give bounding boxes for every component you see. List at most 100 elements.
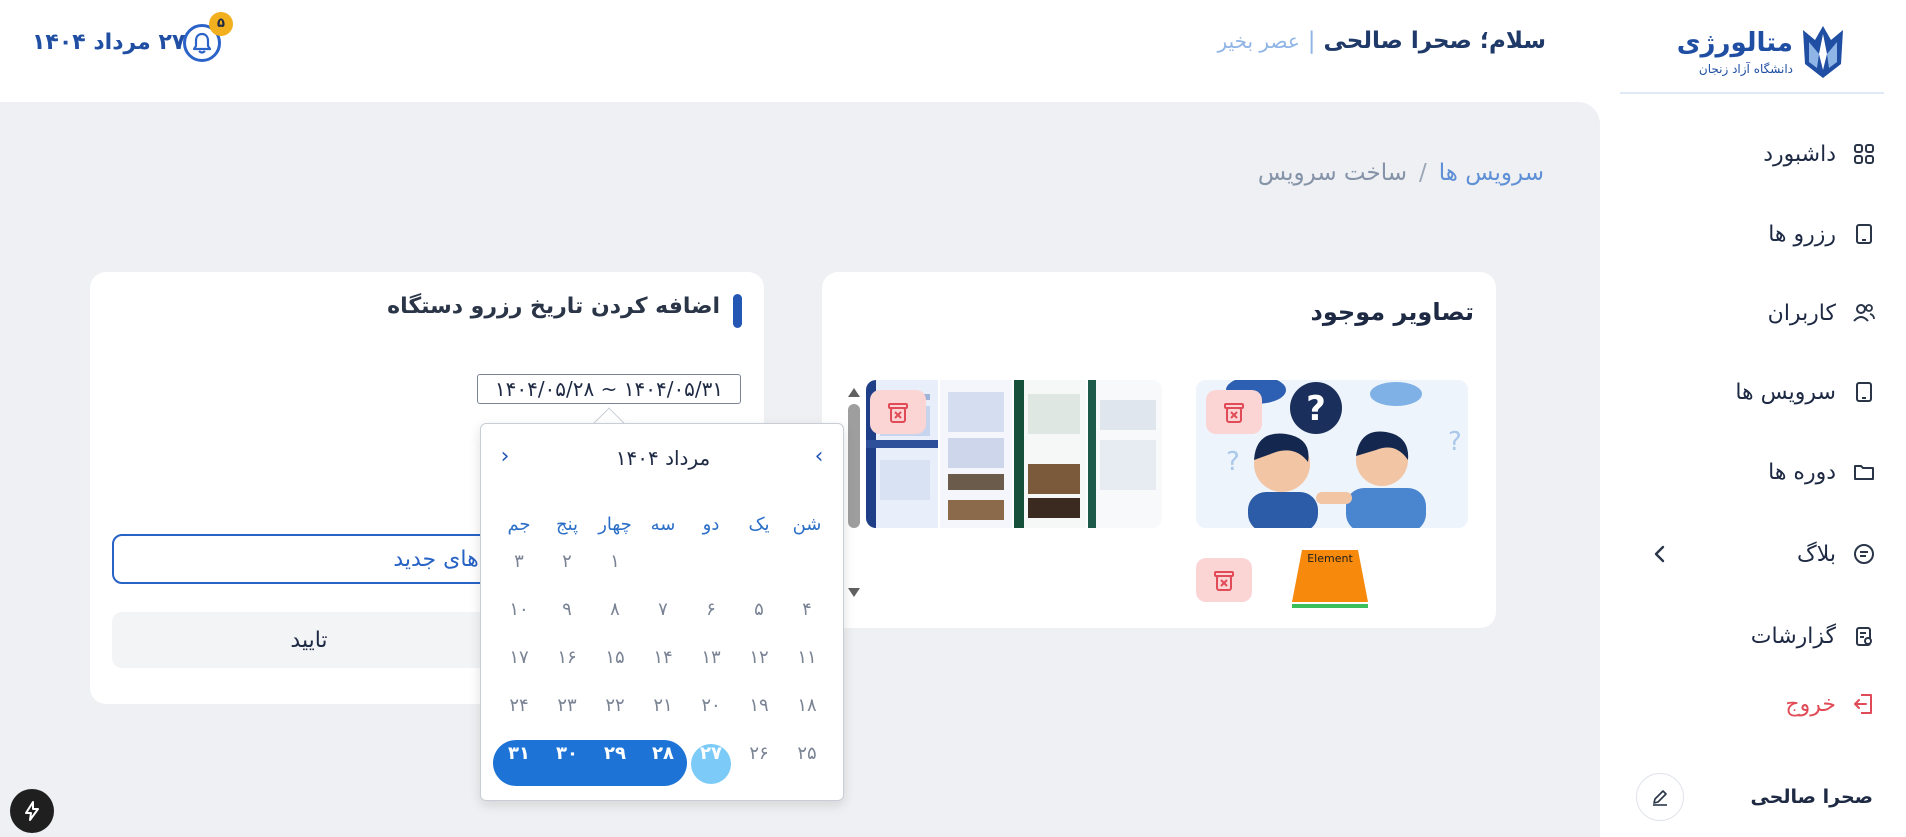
- trash-icon: [888, 403, 908, 423]
- sidebar-item-users[interactable]: کاربران: [1626, 293, 1876, 333]
- breadcrumb-separator: /: [1419, 160, 1427, 186]
- calendar-day[interactable]: ۲۸: [639, 734, 687, 774]
- sidebar-item-dashboard[interactable]: داشبورد: [1626, 134, 1876, 174]
- delete-image-button[interactable]: [1206, 390, 1262, 434]
- weekday-header: شن: [792, 514, 822, 535]
- svg-text:?: ?: [1448, 427, 1462, 457]
- greeting-separator: |: [1307, 28, 1316, 54]
- calendar-day[interactable]: ۲۲: [591, 686, 639, 726]
- calendar-day[interactable]: ۲۹: [591, 734, 639, 774]
- sidebar-item-courses[interactable]: دوره ها: [1626, 452, 1876, 492]
- users-icon: [1852, 301, 1876, 325]
- sidebar: داشبورد رزرو ها کاربران سرویس ها دوره ها…: [1600, 102, 1906, 837]
- quick-action-button[interactable]: [10, 789, 54, 833]
- breadcrumb-current: ساخت سرویس: [1257, 160, 1407, 186]
- weekday-header: جم: [507, 514, 531, 535]
- university-logo[interactable]: متالورژی دانشگاه آزاد زنجان: [1677, 22, 1845, 84]
- sidebar-item-label: رزرو ها: [1768, 221, 1836, 247]
- calendar-day[interactable]: ۲۱: [639, 686, 687, 726]
- scroll-up-arrow-icon[interactable]: [848, 388, 860, 397]
- date-picker-popup: › مرداد ۱۴۰۴ ‹ شن یک دو سه چهار پنج جم ۱…: [480, 423, 844, 801]
- calendar-day[interactable]: ۵: [735, 590, 783, 630]
- sidebar-item-services[interactable]: سرویس ها: [1626, 372, 1876, 412]
- logo-divider: [1620, 92, 1884, 94]
- calendar-day[interactable]: ۷: [639, 590, 687, 630]
- breadcrumb: سرویس ها / ساخت سرویس: [1258, 160, 1544, 186]
- calendar-day[interactable]: ۲۷: [687, 734, 735, 774]
- calendar-day[interactable]: ۲۰: [687, 686, 735, 726]
- bell-icon: [192, 32, 212, 54]
- edit-profile-button[interactable]: [1636, 773, 1684, 821]
- existing-images-card: تصاویر موجود ? ? ? Element: [822, 272, 1496, 628]
- existing-images-title: تصاویر موجود: [1310, 298, 1474, 326]
- weekday-header: سه: [650, 514, 676, 535]
- element-thumb-label: Element: [1307, 552, 1353, 565]
- notification-count-badge: ۵: [209, 12, 233, 36]
- calendar-day[interactable]: ۱۵: [591, 638, 639, 678]
- pencil-icon: [1653, 790, 1667, 806]
- sidebar-item-label: گزارشات: [1750, 623, 1836, 649]
- reservation-date-title: اضافه کردن تاریخ رزرو دستگاه: [387, 294, 720, 319]
- sidebar-item-label: کاربران: [1767, 300, 1836, 326]
- breadcrumb-services-link[interactable]: سرویس ها: [1439, 160, 1544, 186]
- calendar-day[interactable]: ۲۳: [543, 686, 591, 726]
- profile-name: صحرا صالحی: [1750, 786, 1873, 808]
- scrollbar-thumb[interactable]: [848, 404, 860, 528]
- calendar-day[interactable]: ۴: [783, 590, 831, 630]
- calendar-day[interactable]: ۳: [495, 542, 543, 582]
- calendar-day[interactable]: ۲۶: [735, 734, 783, 774]
- previous-month-chevron-icon[interactable]: ‹: [807, 446, 831, 470]
- sidebar-item-label: داشبورد: [1763, 141, 1836, 167]
- calendar-day[interactable]: ۹: [543, 590, 591, 630]
- logout-icon: [1852, 692, 1876, 716]
- calendar-day[interactable]: ۱۴: [639, 638, 687, 678]
- sidebar-item-label: دوره ها: [1768, 459, 1836, 485]
- report-icon: [1852, 624, 1876, 648]
- tablet-icon: [1852, 380, 1876, 404]
- dashboard-grid-icon: [1852, 142, 1876, 166]
- calendar-day[interactable]: ۱۸: [783, 686, 831, 726]
- calendar-day[interactable]: ۱۷: [495, 638, 543, 678]
- sidebar-item-label: سرویس ها: [1735, 379, 1836, 405]
- calendar-day[interactable]: ۳۰: [543, 734, 591, 774]
- calendar-day[interactable]: ۶: [687, 590, 735, 630]
- calendar-day[interactable]: ۲۵: [783, 734, 831, 774]
- chevron-left-icon[interactable]: [1648, 542, 1672, 566]
- weekday-header: پنج: [555, 514, 579, 535]
- image-thumbnail-element[interactable]: Element: [1290, 548, 1370, 610]
- calendar-day[interactable]: ۸: [591, 590, 639, 630]
- calendar-day[interactable]: ۱: [591, 542, 639, 582]
- lightning-icon: [25, 801, 39, 821]
- calendar-day[interactable]: ۱۹: [735, 686, 783, 726]
- greeting: سلام؛ صحرا صالحی | عصر بخیر: [1218, 28, 1546, 54]
- date-range-input[interactable]: ۱۴۰۴/۰۵/۲۸ ~ ۱۴۰۴/۰۵/۳۱: [477, 374, 741, 404]
- sidebar-item-logout[interactable]: خروج: [1626, 684, 1876, 724]
- calendar-day[interactable]: ۱۱: [783, 638, 831, 678]
- folder-icon: [1852, 460, 1876, 484]
- title-accent-bar: [733, 294, 742, 328]
- header-date: ۲۷ مرداد ۱۴۰۴: [32, 30, 186, 55]
- svg-text:?: ?: [1306, 389, 1326, 429]
- calendar-day[interactable]: ۱۶: [543, 638, 591, 678]
- calendar-day[interactable]: ۲۴: [495, 686, 543, 726]
- calendar-day[interactable]: ۱۲: [735, 638, 783, 678]
- calendar-day[interactable]: ۲: [543, 542, 591, 582]
- calendar-day[interactable]: ۱۳: [687, 638, 735, 678]
- scroll-down-arrow-icon[interactable]: [848, 588, 860, 597]
- sidebar-item-reservations[interactable]: رزرو ها: [1626, 214, 1876, 254]
- delete-image-button[interactable]: [1196, 558, 1252, 602]
- weekday-header: یک: [748, 514, 770, 535]
- tablet-icon: [1852, 222, 1876, 246]
- weekday-header: دو: [702, 514, 720, 535]
- weekday-header: چهار: [598, 514, 632, 535]
- logo-title: متالورژی: [1676, 28, 1793, 58]
- trash-icon: [1224, 403, 1244, 423]
- logo-subtitle: دانشگاه آزاد زنجان: [1698, 62, 1793, 76]
- calendar-day[interactable]: ۳۱: [495, 734, 543, 774]
- delete-image-button[interactable]: [870, 390, 926, 434]
- sidebar-item-label: خروج: [1785, 691, 1836, 717]
- blog-icon: [1852, 542, 1876, 566]
- calendar-day[interactable]: ۱۰: [495, 590, 543, 630]
- svg-text:?: ?: [1226, 447, 1240, 477]
- sidebar-item-reports[interactable]: گزارشات: [1626, 616, 1876, 656]
